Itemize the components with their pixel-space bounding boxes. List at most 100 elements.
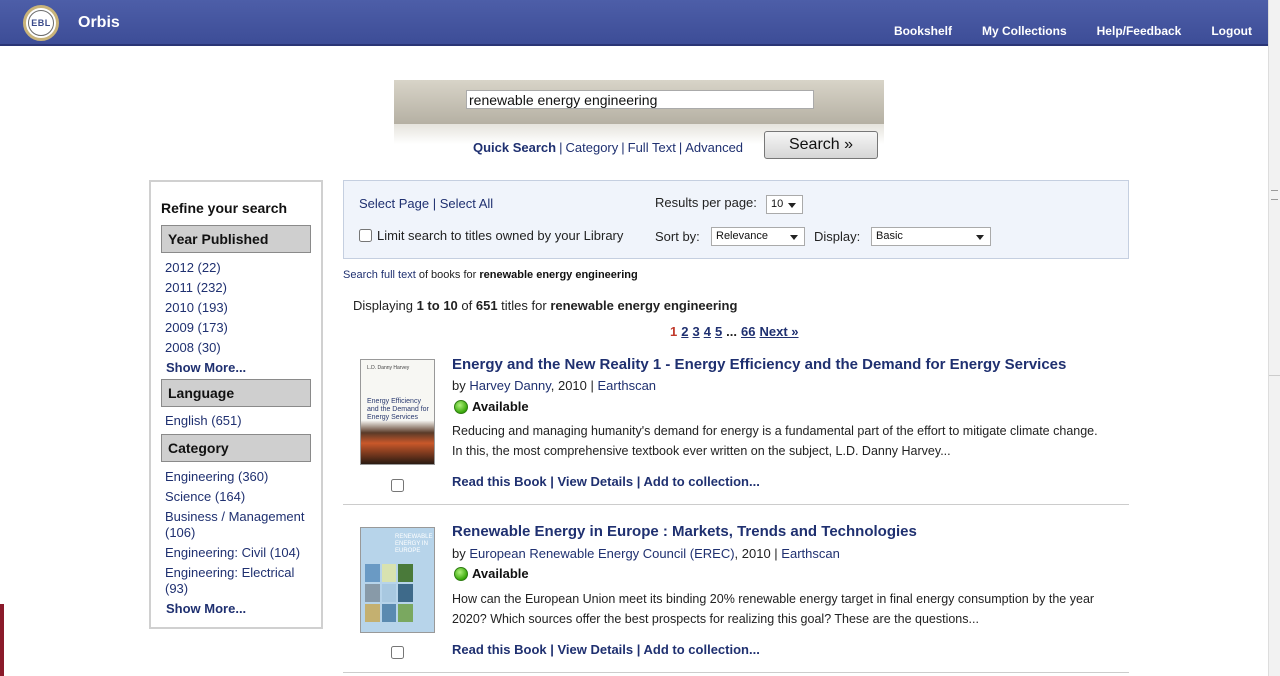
facet-language-english[interactable]: English (651) [165, 413, 315, 429]
selection-links: Select Page | Select All [359, 196, 494, 211]
facet-year-2009[interactable]: 2009 (173) [165, 320, 315, 336]
year-show-more-link[interactable]: Show More... [166, 360, 246, 375]
author-link[interactable]: Harvey Danny [469, 378, 550, 393]
nav-logout[interactable]: Logout [1211, 24, 1252, 38]
search-type-links: Quick Search | Category | Full Text | Advanced [473, 140, 744, 155]
results-options-panel: Select Page | Select All Limit search to… [343, 180, 1129, 259]
nav-help-feedback[interactable]: Help/Feedback [1097, 24, 1182, 38]
result-item: RENEWABLE ENERGY IN EUROPE Renewable Ene… [343, 505, 1129, 673]
ebl-logo[interactable]: EBL [23, 5, 59, 41]
summary-range: 1 to 10 [416, 298, 458, 313]
facet-category-electrical[interactable]: Engineering: Electrical (93) [165, 565, 315, 597]
cover-title-text: Energy Efficiency and the Demand for Ene… [367, 398, 429, 421]
byline-by: by [452, 378, 470, 393]
facet-year-2008[interactable]: 2008 (30) [165, 340, 315, 356]
full-text-link[interactable]: Full Text [628, 140, 676, 155]
byline-year: , 2010 | [550, 378, 598, 393]
facet-year-2011[interactable]: 2011 (232) [165, 280, 315, 296]
summary-prefix: Displaying [353, 298, 417, 313]
byline-by: by [452, 546, 470, 561]
nav-bookshelf[interactable]: Bookshelf [894, 24, 952, 38]
result-title-link[interactable]: Renewable Energy in Europe : Markets, Tr… [452, 523, 917, 540]
nav-my-collections[interactable]: My Collections [982, 24, 1067, 38]
facet-heading-year: Year Published [161, 225, 311, 253]
display-select[interactable]: Basic [871, 227, 991, 246]
left-edge-decoration [0, 604, 4, 676]
sort-by-select[interactable]: Relevance [711, 227, 805, 246]
facet-heading-category: Category [161, 434, 311, 462]
select-page-link[interactable]: Select Page [359, 196, 429, 211]
facet-category-engineering[interactable]: Engineering (360) [165, 469, 315, 485]
results-per-page-select[interactable]: 10 [766, 195, 803, 214]
advanced-link[interactable]: Advanced [685, 140, 743, 155]
result-actions: Read this Book | View Details | Add to c… [452, 474, 760, 489]
logo-text: EBL [28, 10, 54, 36]
result-select-checkbox[interactable] [391, 646, 404, 659]
read-book-link[interactable]: Read this Book [452, 474, 547, 489]
add-to-collection-link[interactable]: Add to collection... [644, 474, 760, 489]
summary-total: 651 [475, 298, 498, 313]
cover-title-text: RENEWABLE ENERGY IN EUROPE [395, 534, 433, 554]
availability-status: Available [454, 399, 529, 414]
full-text-search-line: Search full text of books for renewable … [343, 269, 638, 281]
facet-heading-language: Language [161, 379, 311, 407]
scrollbar-grip-icon [1271, 190, 1278, 200]
facet-category-civil[interactable]: Engineering: Civil (104) [165, 545, 315, 561]
cover-series-text: L.D. Danny Harvey [367, 365, 410, 371]
view-details-link[interactable]: View Details [558, 474, 634, 489]
facet-year-2010[interactable]: 2010 (193) [165, 300, 315, 316]
category-show-more-link[interactable]: Show More... [166, 601, 246, 616]
app-title: Orbis [78, 14, 120, 31]
publisher-link[interactable]: Earthscan [781, 546, 840, 561]
quick-search-link[interactable]: Quick Search [473, 140, 556, 155]
refine-title: Refine your search [161, 200, 288, 216]
availability-label: Available [472, 566, 529, 581]
result-item: L.D. Danny Harvey Energy Efficiency and … [343, 337, 1129, 505]
results-summary: Displaying 1 to 10 of 651 titles for ren… [353, 298, 737, 313]
search-input[interactable] [466, 90, 814, 109]
author-link[interactable]: European Renewable Energy Council (EREC) [469, 546, 734, 561]
vertical-scrollbar[interactable] [1268, 0, 1280, 676]
search-full-text-link[interactable]: Search full text [343, 269, 416, 281]
search-button[interactable]: Search » [764, 131, 878, 159]
summary-of: of [457, 298, 476, 313]
result-description: Reducing and managing humanity's demand … [452, 424, 1098, 458]
select-all-link[interactable]: Select All [440, 196, 493, 211]
scrollbar-thumb[interactable] [1269, 46, 1280, 376]
publisher-link[interactable]: Earthscan [598, 378, 657, 393]
cover-image-grid [365, 564, 413, 622]
availability-status: Available [454, 566, 529, 581]
summary-suffix: titles for [497, 298, 551, 313]
book-cover[interactable]: RENEWABLE ENERGY IN EUROPE [360, 527, 435, 633]
display-label: Display: [814, 229, 861, 244]
refine-panel: Refine your search Year Published 2012 (… [149, 180, 323, 629]
facet-category-science[interactable]: Science (164) [165, 489, 315, 505]
summary-query: renewable energy engineering [550, 298, 738, 313]
result-select-checkbox[interactable] [391, 479, 404, 492]
facet-category-business[interactable]: Business / Management (106) [165, 509, 315, 541]
fulltext-middle: of books for [415, 269, 480, 281]
result-description: How can the European Union meet its bind… [452, 592, 1095, 626]
sort-by-label: Sort by: [655, 229, 700, 244]
view-details-link[interactable]: View Details [558, 642, 634, 657]
category-link[interactable]: Category [566, 140, 619, 155]
byline-year: , 2010 | [734, 546, 782, 561]
available-status-icon [454, 399, 468, 414]
results-per-page-label: Results per page: [655, 195, 757, 210]
result-title-link[interactable]: Energy and the New Reality 1 - Energy Ef… [452, 356, 1066, 373]
availability-label: Available [472, 399, 529, 414]
result-byline: by Harvey Danny, 2010 | Earthscan [452, 378, 656, 393]
facet-year-2012[interactable]: 2012 (22) [165, 260, 315, 276]
limit-label: Limit search to titles owned by your Lib… [377, 228, 624, 243]
limit-checkbox[interactable] [359, 229, 372, 242]
book-cover[interactable]: L.D. Danny Harvey Energy Efficiency and … [360, 359, 435, 465]
result-byline: by European Renewable Energy Council (ER… [452, 546, 840, 561]
fulltext-query: renewable energy engineering [479, 269, 638, 281]
top-nav: Bookshelf My Collections Help/Feedback L… [894, 24, 1252, 38]
limit-to-library[interactable]: Limit search to titles owned by your Lib… [359, 228, 623, 243]
result-actions: Read this Book | View Details | Add to c… [452, 642, 760, 657]
add-to-collection-link[interactable]: Add to collection... [644, 642, 760, 657]
top-bar: EBL Orbis Bookshelf My Collections Help/… [0, 0, 1268, 46]
available-status-icon [454, 566, 468, 581]
read-book-link[interactable]: Read this Book [452, 642, 547, 657]
